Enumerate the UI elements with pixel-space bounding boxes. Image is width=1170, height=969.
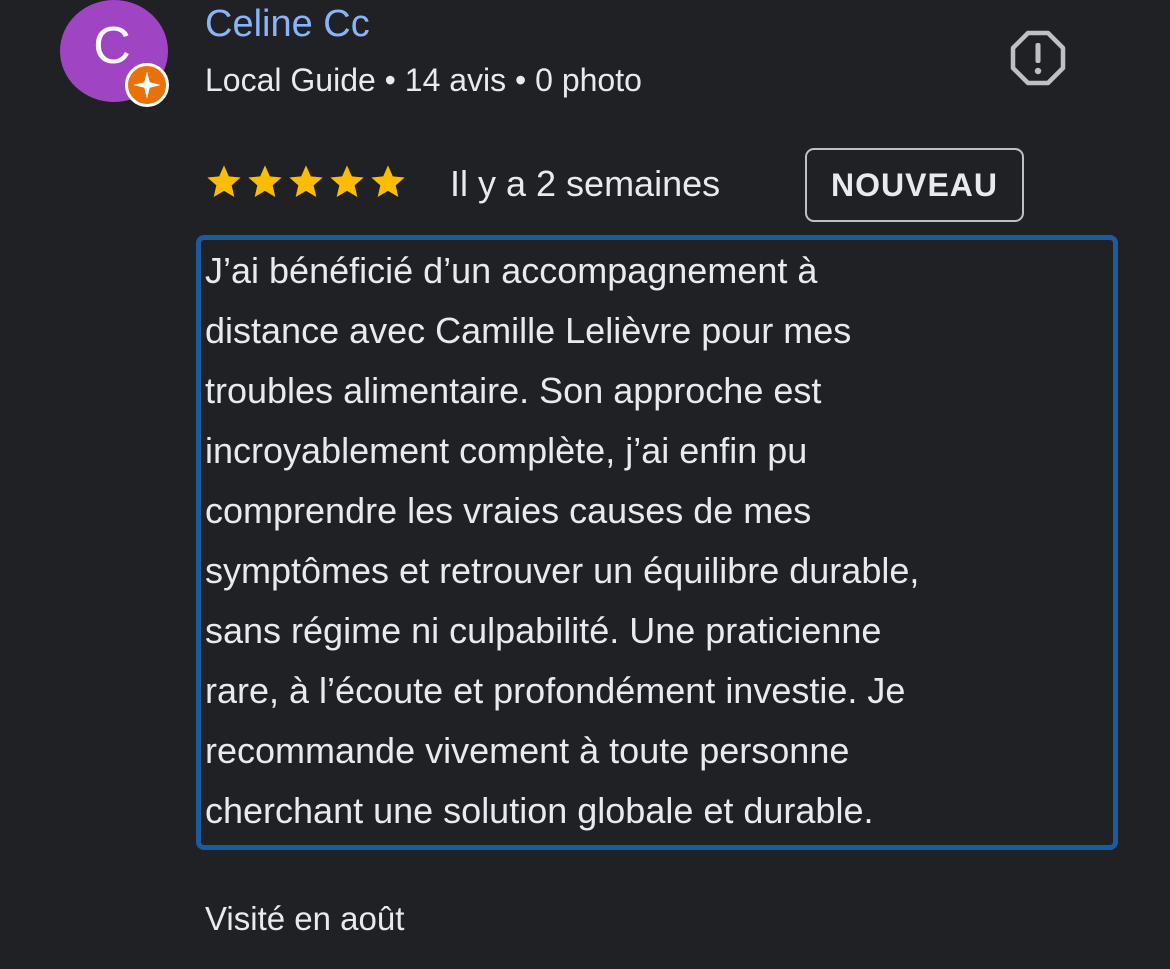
review-text-line: J’ai bénéficié d’un accompagnement à bbox=[205, 250, 818, 291]
reviewer-name[interactable]: Celine Cc bbox=[205, 2, 370, 46]
review-text-line: troubles alimentaire. Son approche est bbox=[205, 370, 822, 411]
star-rating bbox=[204, 162, 408, 202]
local-guide-star-icon bbox=[125, 63, 169, 107]
star-icon bbox=[330, 165, 364, 197]
star-icon bbox=[371, 165, 405, 197]
review-text-line: incroyablement complète, j’ai enfin pu bbox=[205, 430, 808, 471]
star-icon bbox=[207, 165, 241, 197]
review-text-line: recommande vivement à toute personne bbox=[205, 730, 850, 771]
reviewer-meta: Local Guide • 14 avis • 0 photo bbox=[205, 62, 642, 98]
new-badge: NOUVEAU bbox=[805, 148, 1024, 222]
review-date: Il y a 2 semaines bbox=[450, 163, 721, 204]
review-text-line: distance avec Camille Lelièvre pour mes bbox=[205, 310, 852, 351]
report-icon bbox=[1010, 30, 1066, 86]
star-icon bbox=[289, 165, 323, 197]
review-text[interactable]: J’ai bénéficié d’un accompagnement à dis… bbox=[205, 241, 1095, 841]
review-text-line: cherchant une solution globale et durabl… bbox=[205, 790, 874, 831]
review-text-line: sans régime ni culpabilité. Une praticie… bbox=[205, 610, 882, 651]
report-review-button[interactable] bbox=[1008, 28, 1068, 88]
visit-date: Visité en août bbox=[205, 900, 405, 937]
star-icon bbox=[248, 165, 282, 197]
review-text-line: rare, à l’écoute et profondément investi… bbox=[205, 670, 906, 711]
review-text-line: comprendre les vraies causes de mes bbox=[205, 490, 812, 531]
review-text-line: symptômes et retrouver un équilibre dura… bbox=[205, 550, 920, 591]
avatar-initial: C bbox=[93, 17, 131, 75]
